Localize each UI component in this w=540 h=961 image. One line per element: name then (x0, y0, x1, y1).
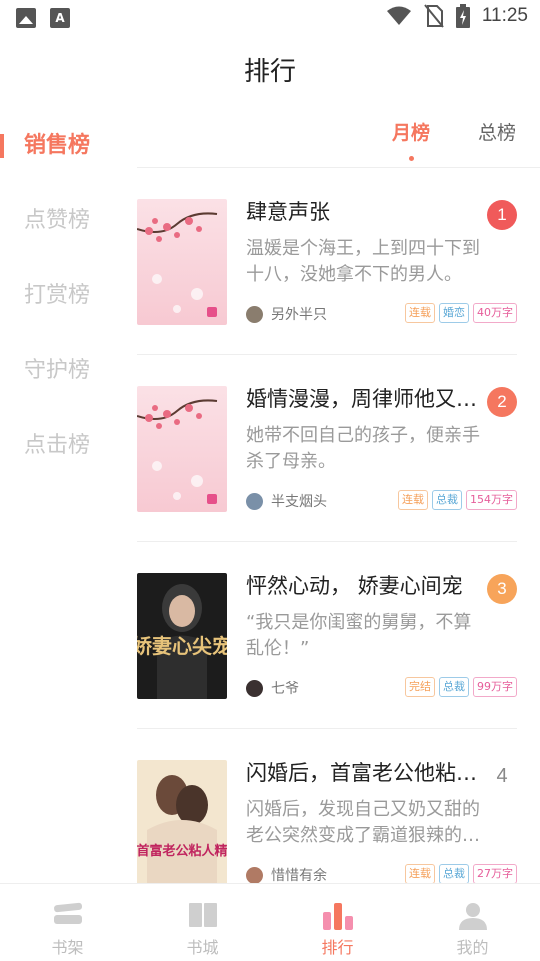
book-description: 她带不回自己的孩子，便亲手杀了母亲。 (246, 425, 480, 472)
book-title: 肆意声张 (246, 200, 330, 224)
book-ranking-list: 肆意声张 1 温媛是个海王，上到四十下到十八，没她拿不下的男人。 另外半只 连载… (137, 168, 517, 884)
status-tag: 连载 (398, 490, 428, 510)
genre-tag: 总裁 (439, 864, 469, 884)
bookshelf-icon (53, 902, 82, 924)
nav-profile[interactable]: 我的 (405, 884, 540, 961)
author: 半支烟头 (246, 491, 327, 511)
book-tags: 连载 总裁 154万字 (398, 490, 517, 510)
book-title: 怦然心动， 娇妻心间宠 (246, 574, 463, 598)
period-tabs: 月榜 总榜 (380, 118, 540, 166)
tab-overall[interactable]: 总榜 (478, 118, 516, 145)
book-list-item[interactable]: 娇妻心尖宠 怦然心动， 娇妻心间宠 3 “我只是你闺蜜的舅舅，不算乱伦！” 七爷… (137, 542, 517, 729)
status-tag: 连载 (405, 864, 435, 884)
status-bar: A 11:25 (0, 0, 540, 36)
avatar (246, 305, 263, 323)
image-notification-icon (16, 8, 36, 28)
rank-badge: 1 (487, 200, 517, 230)
author-name: 惜惜有余 (271, 868, 327, 884)
bottom-navigation: 书架 书城 排行 我的 (0, 883, 540, 961)
wordcount-tag: 154万字 (466, 490, 517, 510)
author: 七爷 (246, 678, 299, 698)
book-title: 婚情漫漫，周律师他又心动了 (246, 387, 478, 411)
nav-label: 排行 (321, 938, 354, 957)
nav-ranking[interactable]: 排行 (270, 884, 405, 961)
nav-label: 书架 (51, 938, 84, 957)
author: 惜惜有余 (246, 865, 327, 884)
nav-bookstore[interactable]: 书城 (135, 884, 270, 961)
author: 另外半只 (246, 304, 327, 324)
wifi-icon (386, 6, 411, 25)
no-sim-icon (424, 4, 444, 28)
ranking-category-nav: 销售榜 点赞榜 打赏榜 守护榜 点击榜 (0, 108, 120, 483)
battery-charging-icon (455, 4, 470, 28)
status-tag: 完结 (405, 677, 435, 697)
book-cover (137, 199, 227, 325)
wordcount-tag: 99万字 (473, 677, 517, 697)
category-sales[interactable]: 销售榜 (0, 108, 120, 183)
nav-bookshelf[interactable]: 书架 (0, 884, 135, 961)
book-list-item[interactable]: 婚情漫漫，周律师他又心动了 2 她带不回自己的孩子，便亲手杀了母亲。 半支烟头 … (137, 355, 517, 542)
genre-tag: 总裁 (439, 677, 469, 697)
rank-badge: 3 (487, 574, 517, 604)
wordcount-tag: 40万字 (473, 303, 517, 323)
user-icon (458, 903, 487, 930)
book-tags: 完结 总裁 99万字 (405, 677, 517, 697)
book-tags: 连载 总裁 27万字 (405, 864, 517, 884)
book-description: 闪婚后，发现自己又奶又甜的老公突然变成了霸道狠辣的首富 (246, 799, 480, 846)
clock: 11:25 (481, 5, 528, 26)
tab-monthly[interactable]: 月榜 (392, 118, 430, 145)
genre-tag: 总裁 (432, 490, 462, 510)
text-notification-icon: A (50, 8, 70, 28)
genre-tag: 婚恋 (439, 303, 469, 323)
active-tab-indicator (409, 156, 414, 161)
wordcount-tag: 27万字 (473, 864, 517, 884)
page-header: 排行 (0, 40, 540, 104)
book-cover: 首富老公粘人精 (137, 760, 227, 884)
rank-number: 4 (496, 765, 508, 787)
avatar (246, 866, 263, 884)
book-cover (137, 386, 227, 512)
ranking-icon (322, 903, 353, 930)
cover-title: 首富老公粘人精 (137, 843, 227, 859)
rank-badge: 2 (487, 387, 517, 417)
avatar (246, 679, 263, 697)
book-list-item[interactable]: 首富老公粘人精 闪婚后，首富老公他粘人精 4 闪婚后，发现自己又奶又甜的老公突然… (137, 729, 517, 884)
author-name: 半支烟头 (271, 494, 327, 510)
category-clicks[interactable]: 点击榜 (0, 408, 120, 483)
author-name: 另外半只 (271, 307, 327, 323)
cover-title: 娇妻心尖宠 (137, 634, 227, 658)
book-title: 闪婚后，首富老公他粘人精 (246, 761, 478, 785)
avatar (246, 492, 263, 510)
author-name: 七爷 (271, 681, 299, 697)
category-guardian[interactable]: 守护榜 (0, 333, 120, 408)
book-description: 温媛是个海王，上到四十下到十八，没她拿不下的男人。 (246, 238, 480, 285)
book-description: “我只是你闺蜜的舅舅，不算乱伦！” (246, 612, 472, 659)
nav-label: 书城 (186, 938, 219, 957)
nav-label: 我的 (456, 938, 489, 957)
category-likes[interactable]: 点赞榜 (0, 183, 120, 258)
category-rewards[interactable]: 打赏榜 (0, 258, 120, 333)
book-list-item[interactable]: 肆意声张 1 温媛是个海王，上到四十下到十八，没她拿不下的男人。 另外半只 连载… (137, 168, 517, 355)
book-icon (188, 903, 217, 927)
book-cover: 娇妻心尖宠 (137, 573, 227, 699)
page-title: 排行 (243, 57, 296, 87)
status-tag: 连载 (405, 303, 435, 323)
book-tags: 连载 婚恋 40万字 (405, 303, 517, 323)
